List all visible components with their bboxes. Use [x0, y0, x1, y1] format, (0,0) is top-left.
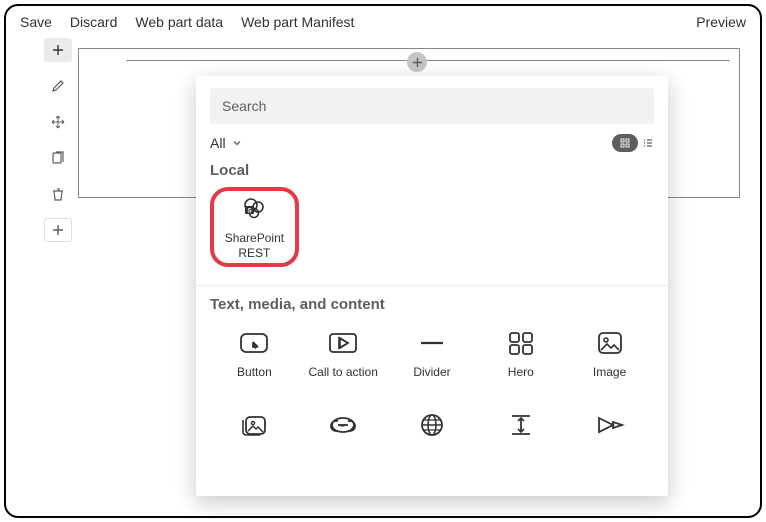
category-textmedia-heading: Text, media, and content — [210, 296, 654, 313]
section-divider-line — [126, 60, 730, 61]
webpart-button[interactable]: Button — [210, 321, 299, 399]
cta-icon — [327, 327, 359, 359]
globe-icon — [416, 409, 448, 441]
webpart-image-gallery[interactable] — [210, 403, 299, 481]
webpart-label: SharePoint REST — [225, 231, 284, 261]
webpart-embed[interactable] — [388, 403, 477, 481]
hero-icon — [505, 327, 537, 359]
svg-text:S: S — [248, 208, 253, 215]
webpart-label: Divider — [413, 365, 450, 380]
discard-button[interactable]: Discard — [70, 14, 117, 30]
spacer-icon — [505, 409, 537, 441]
webpart-image[interactable]: Image — [565, 321, 654, 399]
button-icon — [238, 327, 270, 359]
sharepoint-icon: S — [238, 193, 270, 225]
image-gallery-icon — [238, 409, 270, 441]
search-input[interactable]: Search — [210, 88, 654, 124]
webpart-link[interactable] — [299, 403, 388, 481]
list-view-icon — [642, 137, 654, 149]
webpart-stream[interactable] — [565, 403, 654, 481]
chevron-down-icon — [232, 138, 242, 148]
webpart-hero[interactable]: Hero — [476, 321, 565, 399]
grid-view-icon — [612, 134, 638, 152]
webpart-manifest-button[interactable]: Web part Manifest — [241, 14, 354, 30]
add-below-button[interactable] — [44, 218, 72, 242]
move-section-button[interactable] — [44, 110, 72, 134]
plus-icon — [52, 224, 64, 236]
image-icon — [594, 327, 626, 359]
copy-icon — [50, 150, 66, 166]
webpart-divider[interactable]: Divider — [388, 321, 477, 399]
category-filter-dropdown[interactable]: All — [210, 135, 242, 151]
save-button[interactable]: Save — [20, 14, 52, 30]
section-side-toolbar — [44, 38, 72, 242]
edit-icon — [50, 78, 66, 94]
view-toggle[interactable] — [612, 134, 654, 152]
plus-icon — [412, 57, 423, 68]
link-icon — [327, 409, 359, 441]
duplicate-section-button[interactable] — [44, 146, 72, 170]
webpart-spacer[interactable] — [476, 403, 565, 481]
webpart-label: Hero — [508, 365, 534, 380]
category-local-heading: Local — [210, 162, 654, 179]
edit-section-button[interactable] — [44, 74, 72, 98]
webpart-label: Call to action — [309, 365, 378, 380]
webpart-picker: Search All Local S SharePoint REST — [196, 76, 668, 496]
add-webpart-button[interactable] — [407, 52, 427, 72]
move-icon — [50, 114, 66, 130]
webpart-call-to-action[interactable]: Call to action — [299, 321, 388, 399]
trash-icon — [50, 186, 66, 202]
category-separator — [196, 285, 668, 286]
webpart-sharepoint-rest[interactable]: S SharePoint REST — [210, 187, 299, 267]
preview-button[interactable]: Preview — [696, 14, 746, 30]
webpart-label: Image — [593, 365, 626, 380]
webpart-label: Button — [237, 365, 272, 380]
add-section-button[interactable] — [44, 38, 72, 62]
stream-icon — [594, 409, 626, 441]
plus-icon — [52, 44, 64, 56]
filter-label: All — [210, 135, 226, 151]
divider-icon — [416, 327, 448, 359]
webpart-data-button[interactable]: Web part data — [135, 14, 223, 30]
delete-section-button[interactable] — [44, 182, 72, 206]
top-toolbar: Save Discard Web part data Web part Mani… — [6, 6, 760, 38]
